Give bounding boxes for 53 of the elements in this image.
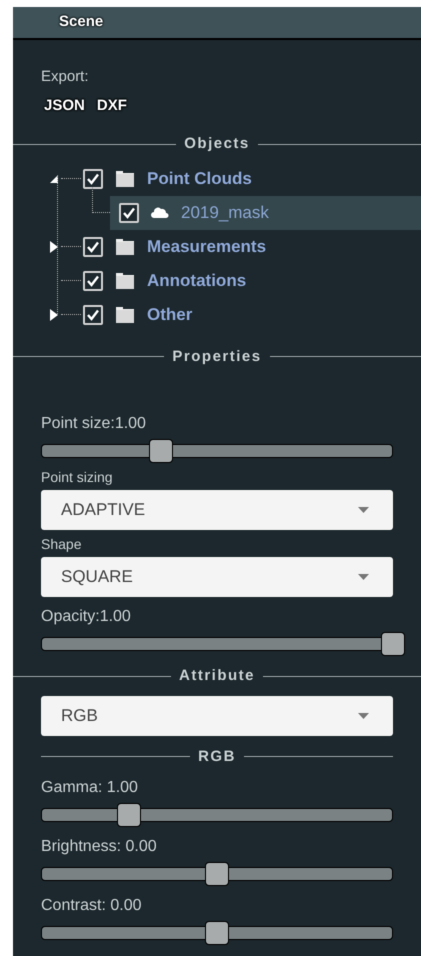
checkmark-icon xyxy=(86,274,100,288)
folder-icon xyxy=(115,238,135,256)
checkmark-icon xyxy=(86,308,100,322)
checkbox[interactable] xyxy=(83,168,103,188)
dropdown-value: SQUARE xyxy=(61,566,133,588)
dropdown[interactable]: SQUARE xyxy=(41,557,393,597)
slider-label: Brightness: 0.00 xyxy=(41,837,158,857)
tree-item[interactable]: Other xyxy=(147,302,192,328)
section-heading: Properties xyxy=(172,346,262,366)
slider-thumb[interactable] xyxy=(205,862,229,886)
tree-item-label: 2019_mask xyxy=(181,202,269,224)
checkbox[interactable] xyxy=(83,236,103,256)
folder-icon xyxy=(115,170,135,188)
tree-item[interactable]: Measurements xyxy=(147,234,266,260)
expand-arrow-icon[interactable] xyxy=(50,308,58,320)
slider-thumb[interactable] xyxy=(381,632,405,656)
slider-label: Point size:1.00 xyxy=(41,414,147,434)
checkmark-icon xyxy=(86,240,100,254)
dropdown-value: ADAPTIVE xyxy=(61,499,146,522)
checkmark-icon xyxy=(122,206,136,220)
dropdown-label: Shape xyxy=(41,535,82,554)
folder-icon xyxy=(115,306,135,324)
dropdown-value: RGB xyxy=(61,704,98,727)
caret-icon xyxy=(358,507,369,513)
caret-icon xyxy=(358,574,369,580)
tree-row[interactable]: 2019_mask xyxy=(110,196,421,230)
folder-icon xyxy=(115,272,135,290)
dropdown[interactable]: RGB xyxy=(41,696,393,736)
collapse-arrow-icon[interactable] xyxy=(49,174,59,184)
section-heading: RGB xyxy=(198,746,236,766)
section-heading: Objects xyxy=(184,134,250,154)
caret-icon xyxy=(358,712,369,718)
export-button[interactable]: DXF xyxy=(94,94,130,117)
cloud-icon xyxy=(151,206,169,218)
panel-title: Scene xyxy=(59,12,104,32)
export-button[interactable]: JSON xyxy=(41,94,88,117)
slider-label: Contrast: 0.00 xyxy=(41,896,142,916)
expand-arrow-icon[interactable] xyxy=(50,240,58,252)
checkbox[interactable] xyxy=(83,270,103,290)
dropdown-label: Point sizing xyxy=(41,468,114,487)
checkbox[interactable] xyxy=(83,304,103,324)
slider-thumb[interactable] xyxy=(148,439,173,463)
tree-item[interactable]: Annotations xyxy=(147,268,246,294)
tree-item[interactable]: Point Clouds xyxy=(147,166,252,192)
slider-thumb[interactable] xyxy=(205,921,229,945)
checkmark-icon xyxy=(86,172,100,186)
slider-label: Gamma: 1.00 xyxy=(41,778,139,798)
slider-label: Opacity:1.00 xyxy=(41,607,132,627)
section-heading: Attribute xyxy=(179,666,255,686)
checkbox[interactable] xyxy=(119,202,139,222)
dropdown[interactable]: ADAPTIVE xyxy=(41,490,393,530)
slider-thumb[interactable] xyxy=(117,803,141,827)
export-label: Export: xyxy=(41,67,90,87)
